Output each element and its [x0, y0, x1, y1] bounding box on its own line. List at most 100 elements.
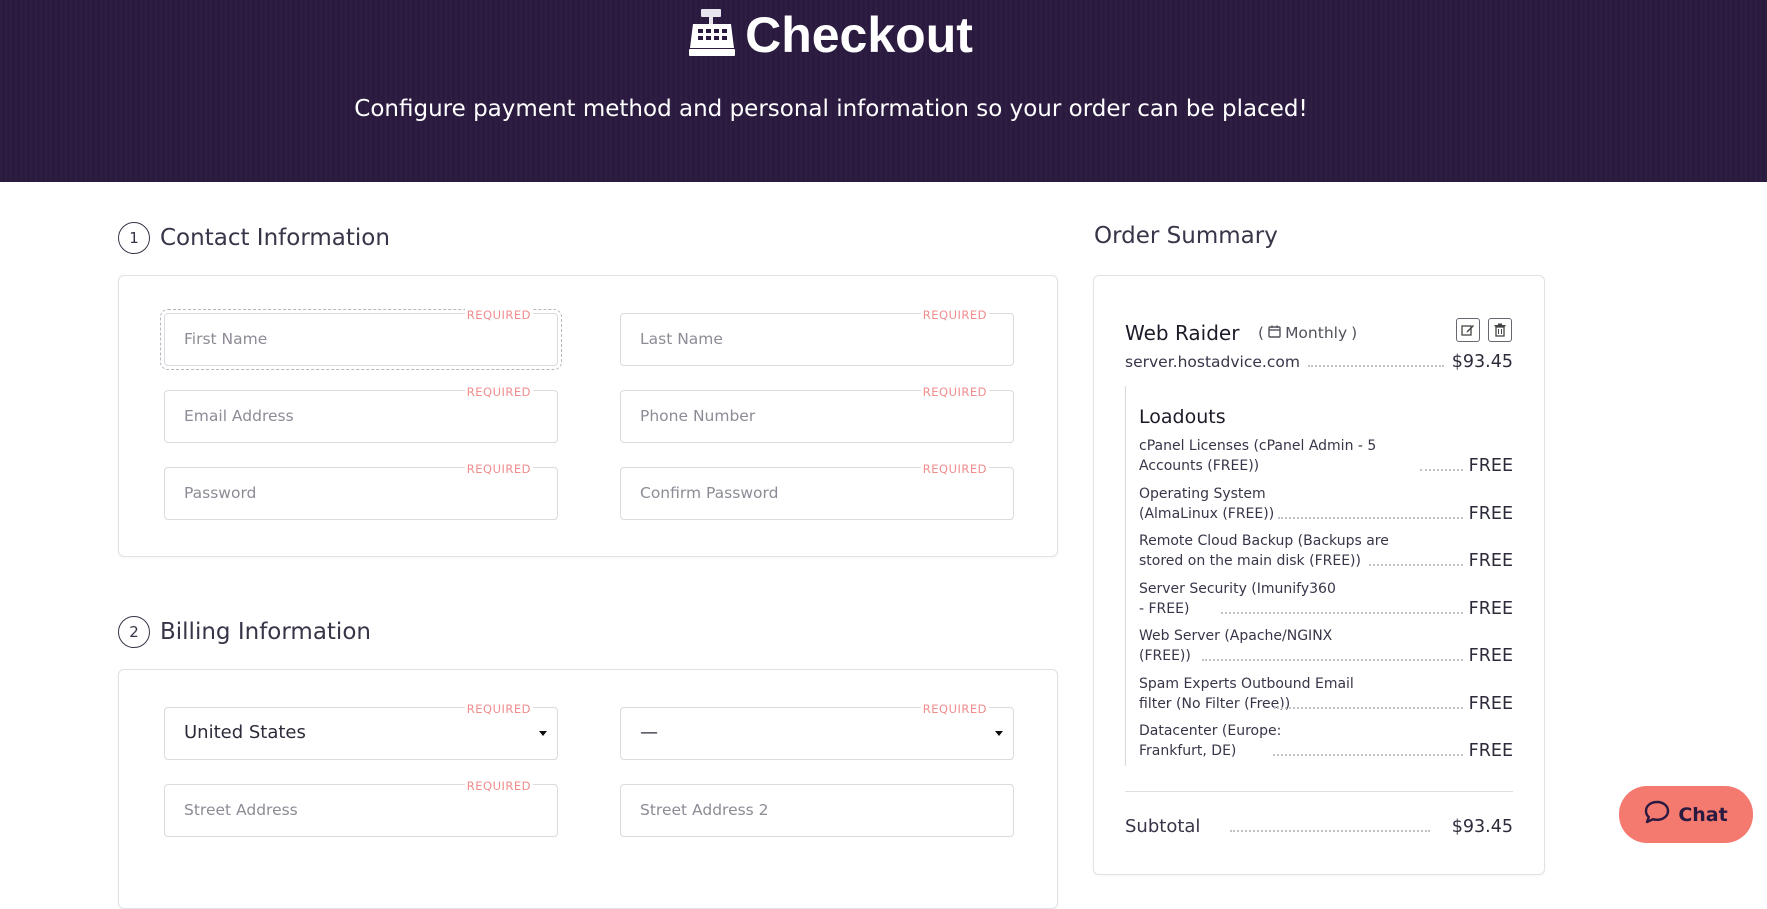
- selected-value: —: [640, 722, 658, 743]
- loadout-label-line1: Spam Experts Outbound Email: [1139, 676, 1354, 692]
- loadout-item: Remote Cloud Backup (Backups are stored o…: [1139, 531, 1513, 571]
- cash-register-icon: [687, 8, 737, 68]
- loadout-price: FREE: [1468, 551, 1513, 571]
- dotted-leader: [1307, 365, 1444, 367]
- subtotal-label: Subtotal: [1125, 816, 1201, 837]
- required-label: REQUIRED: [464, 385, 533, 399]
- page-subtitle: Configure payment method and personal in…: [354, 96, 1308, 122]
- loadout-label-line2: Accounts (FREE)): [1139, 458, 1260, 474]
- cycle-close-paren: ): [1351, 324, 1358, 342]
- step-number: 2: [118, 616, 150, 648]
- street-address-field[interactable]: Street Address REQUIRED: [164, 779, 558, 837]
- required-label: REQUIRED: [464, 308, 533, 322]
- dotted-leader: [1220, 612, 1463, 614]
- chat-label: Chat: [1678, 803, 1728, 826]
- hostname: server.hostadvice.com: [1125, 353, 1300, 371]
- placeholder: Street Address: [184, 801, 298, 819]
- phone-field[interactable]: Phone Number REQUIRED: [620, 385, 1014, 443]
- product-line: server.hostadvice.com $93.45: [1125, 352, 1513, 372]
- loadout-label-line1: cPanel Licenses (cPanel Admin - 5: [1139, 438, 1377, 454]
- loadout-item: Server Security (Imunify360 - FREE) FREE: [1139, 579, 1513, 619]
- loadout-label-line1: Web Server (Apache/NGINX: [1139, 628, 1333, 644]
- subtotal-row: Subtotal $93.45: [1125, 816, 1513, 838]
- dotted-leader: [1278, 517, 1463, 519]
- billing-card: United States REQUIRED — REQUIRED Street…: [118, 669, 1058, 909]
- subtotal-value: $93.45: [1451, 817, 1513, 837]
- loadouts-rule: [1125, 386, 1126, 766]
- required-label: REQUIRED: [464, 702, 533, 716]
- chevron-down-icon: [995, 731, 1003, 736]
- first-name-field[interactable]: First Name REQUIRED: [160, 308, 562, 370]
- placeholder: Confirm Password: [640, 484, 779, 502]
- loadout-label-line2: - FREE): [1139, 601, 1190, 617]
- loadout-item: Datacenter (Europe: Frankfurt, DE) FREE: [1139, 721, 1513, 761]
- loadout-label-line2: (FREE)): [1139, 648, 1191, 664]
- loadout-price: FREE: [1468, 456, 1513, 476]
- state-select[interactable]: — REQUIRED: [620, 702, 1014, 760]
- loadout-item: Web Server (Apache/NGINX (FREE)) FREE: [1139, 626, 1513, 666]
- loadout-price: FREE: [1468, 694, 1513, 714]
- loadout-label-line2: filter (No Filter (Free)): [1139, 696, 1291, 712]
- loadout-price: FREE: [1468, 741, 1513, 761]
- placeholder: Phone Number: [640, 407, 756, 425]
- order-summary-title: Order Summary: [1094, 223, 1278, 249]
- required-label: REQUIRED: [920, 462, 989, 476]
- loadouts-title: Loadouts: [1139, 406, 1226, 428]
- loadout-label-line1: Remote Cloud Backup (Backups are: [1139, 533, 1389, 549]
- placeholder: Last Name: [640, 330, 723, 348]
- loadout-label-line1: Server Security (Imunify360: [1139, 581, 1336, 597]
- page-title-text: Checkout: [745, 7, 973, 63]
- loadout-label-line1: Datacenter (Europe:: [1139, 723, 1282, 739]
- divider: [1125, 791, 1513, 792]
- section-title: Contact Information: [160, 225, 390, 251]
- trash-icon[interactable]: [1488, 318, 1512, 342]
- chat-bubble-icon: [1644, 800, 1670, 829]
- loadout-price: FREE: [1468, 599, 1513, 619]
- required-label: REQUIRED: [464, 462, 533, 476]
- dotted-leader: [1368, 564, 1463, 566]
- contact-section-header: 1 Contact Information: [118, 222, 390, 254]
- loadout-label-line1: Operating System: [1139, 486, 1266, 502]
- country-select[interactable]: United States REQUIRED: [164, 702, 558, 760]
- loadout-price: FREE: [1468, 646, 1513, 666]
- dotted-leader: [1420, 469, 1463, 471]
- password-field[interactable]: Password REQUIRED: [164, 462, 558, 520]
- required-label: REQUIRED: [920, 308, 989, 322]
- dotted-leader: [1230, 830, 1430, 832]
- last-name-field[interactable]: Last Name REQUIRED: [620, 308, 1014, 366]
- required-label: REQUIRED: [920, 702, 989, 716]
- section-title: Billing Information: [160, 619, 371, 645]
- placeholder: Email Address: [184, 407, 294, 425]
- checkout-header: Checkout Configure payment method and pe…: [0, 0, 1767, 182]
- contact-card: First Name REQUIRED Last Name REQUIRED E…: [118, 275, 1058, 557]
- edit-icon[interactable]: [1456, 318, 1480, 342]
- required-label: REQUIRED: [920, 385, 989, 399]
- placeholder: Password: [184, 484, 257, 502]
- street-address-2-field[interactable]: Street Address 2: [620, 784, 1014, 837]
- billing-section-header: 2 Billing Information: [118, 616, 371, 648]
- dotted-leader: [1273, 707, 1463, 709]
- selected-value: United States: [184, 722, 306, 743]
- calendar-icon: [1268, 324, 1281, 342]
- dotted-leader: [1202, 659, 1463, 661]
- loadout-label-line2: Frankfurt, DE): [1139, 743, 1237, 759]
- required-label: REQUIRED: [464, 779, 533, 793]
- billing-cycle: ( Monthly ): [1258, 324, 1357, 342]
- loadout-item: cPanel Licenses (cPanel Admin - 5 Account…: [1139, 436, 1513, 476]
- loadout-label-line2: stored on the main disk (FREE)): [1139, 553, 1361, 569]
- email-field[interactable]: Email Address REQUIRED: [164, 385, 558, 443]
- product-price: $93.45: [1451, 352, 1513, 372]
- placeholder: Street Address 2: [640, 801, 769, 819]
- step-number: 1: [118, 222, 150, 254]
- cycle-open-paren: (: [1258, 324, 1265, 342]
- cycle-label: Monthly: [1285, 324, 1348, 342]
- loadout-item: Spam Experts Outbound Email filter (No Fi…: [1139, 674, 1513, 714]
- confirm-password-field[interactable]: Confirm Password REQUIRED: [620, 462, 1014, 520]
- chevron-down-icon: [539, 731, 547, 736]
- loadout-label-line2: (AlmaLinux (FREE)): [1139, 506, 1275, 522]
- chat-button[interactable]: Chat: [1619, 786, 1753, 843]
- placeholder: First Name: [184, 330, 268, 348]
- dotted-leader: [1273, 754, 1463, 756]
- product-name: Web Raider: [1125, 321, 1240, 345]
- page-title: Checkout: [0, 6, 1660, 68]
